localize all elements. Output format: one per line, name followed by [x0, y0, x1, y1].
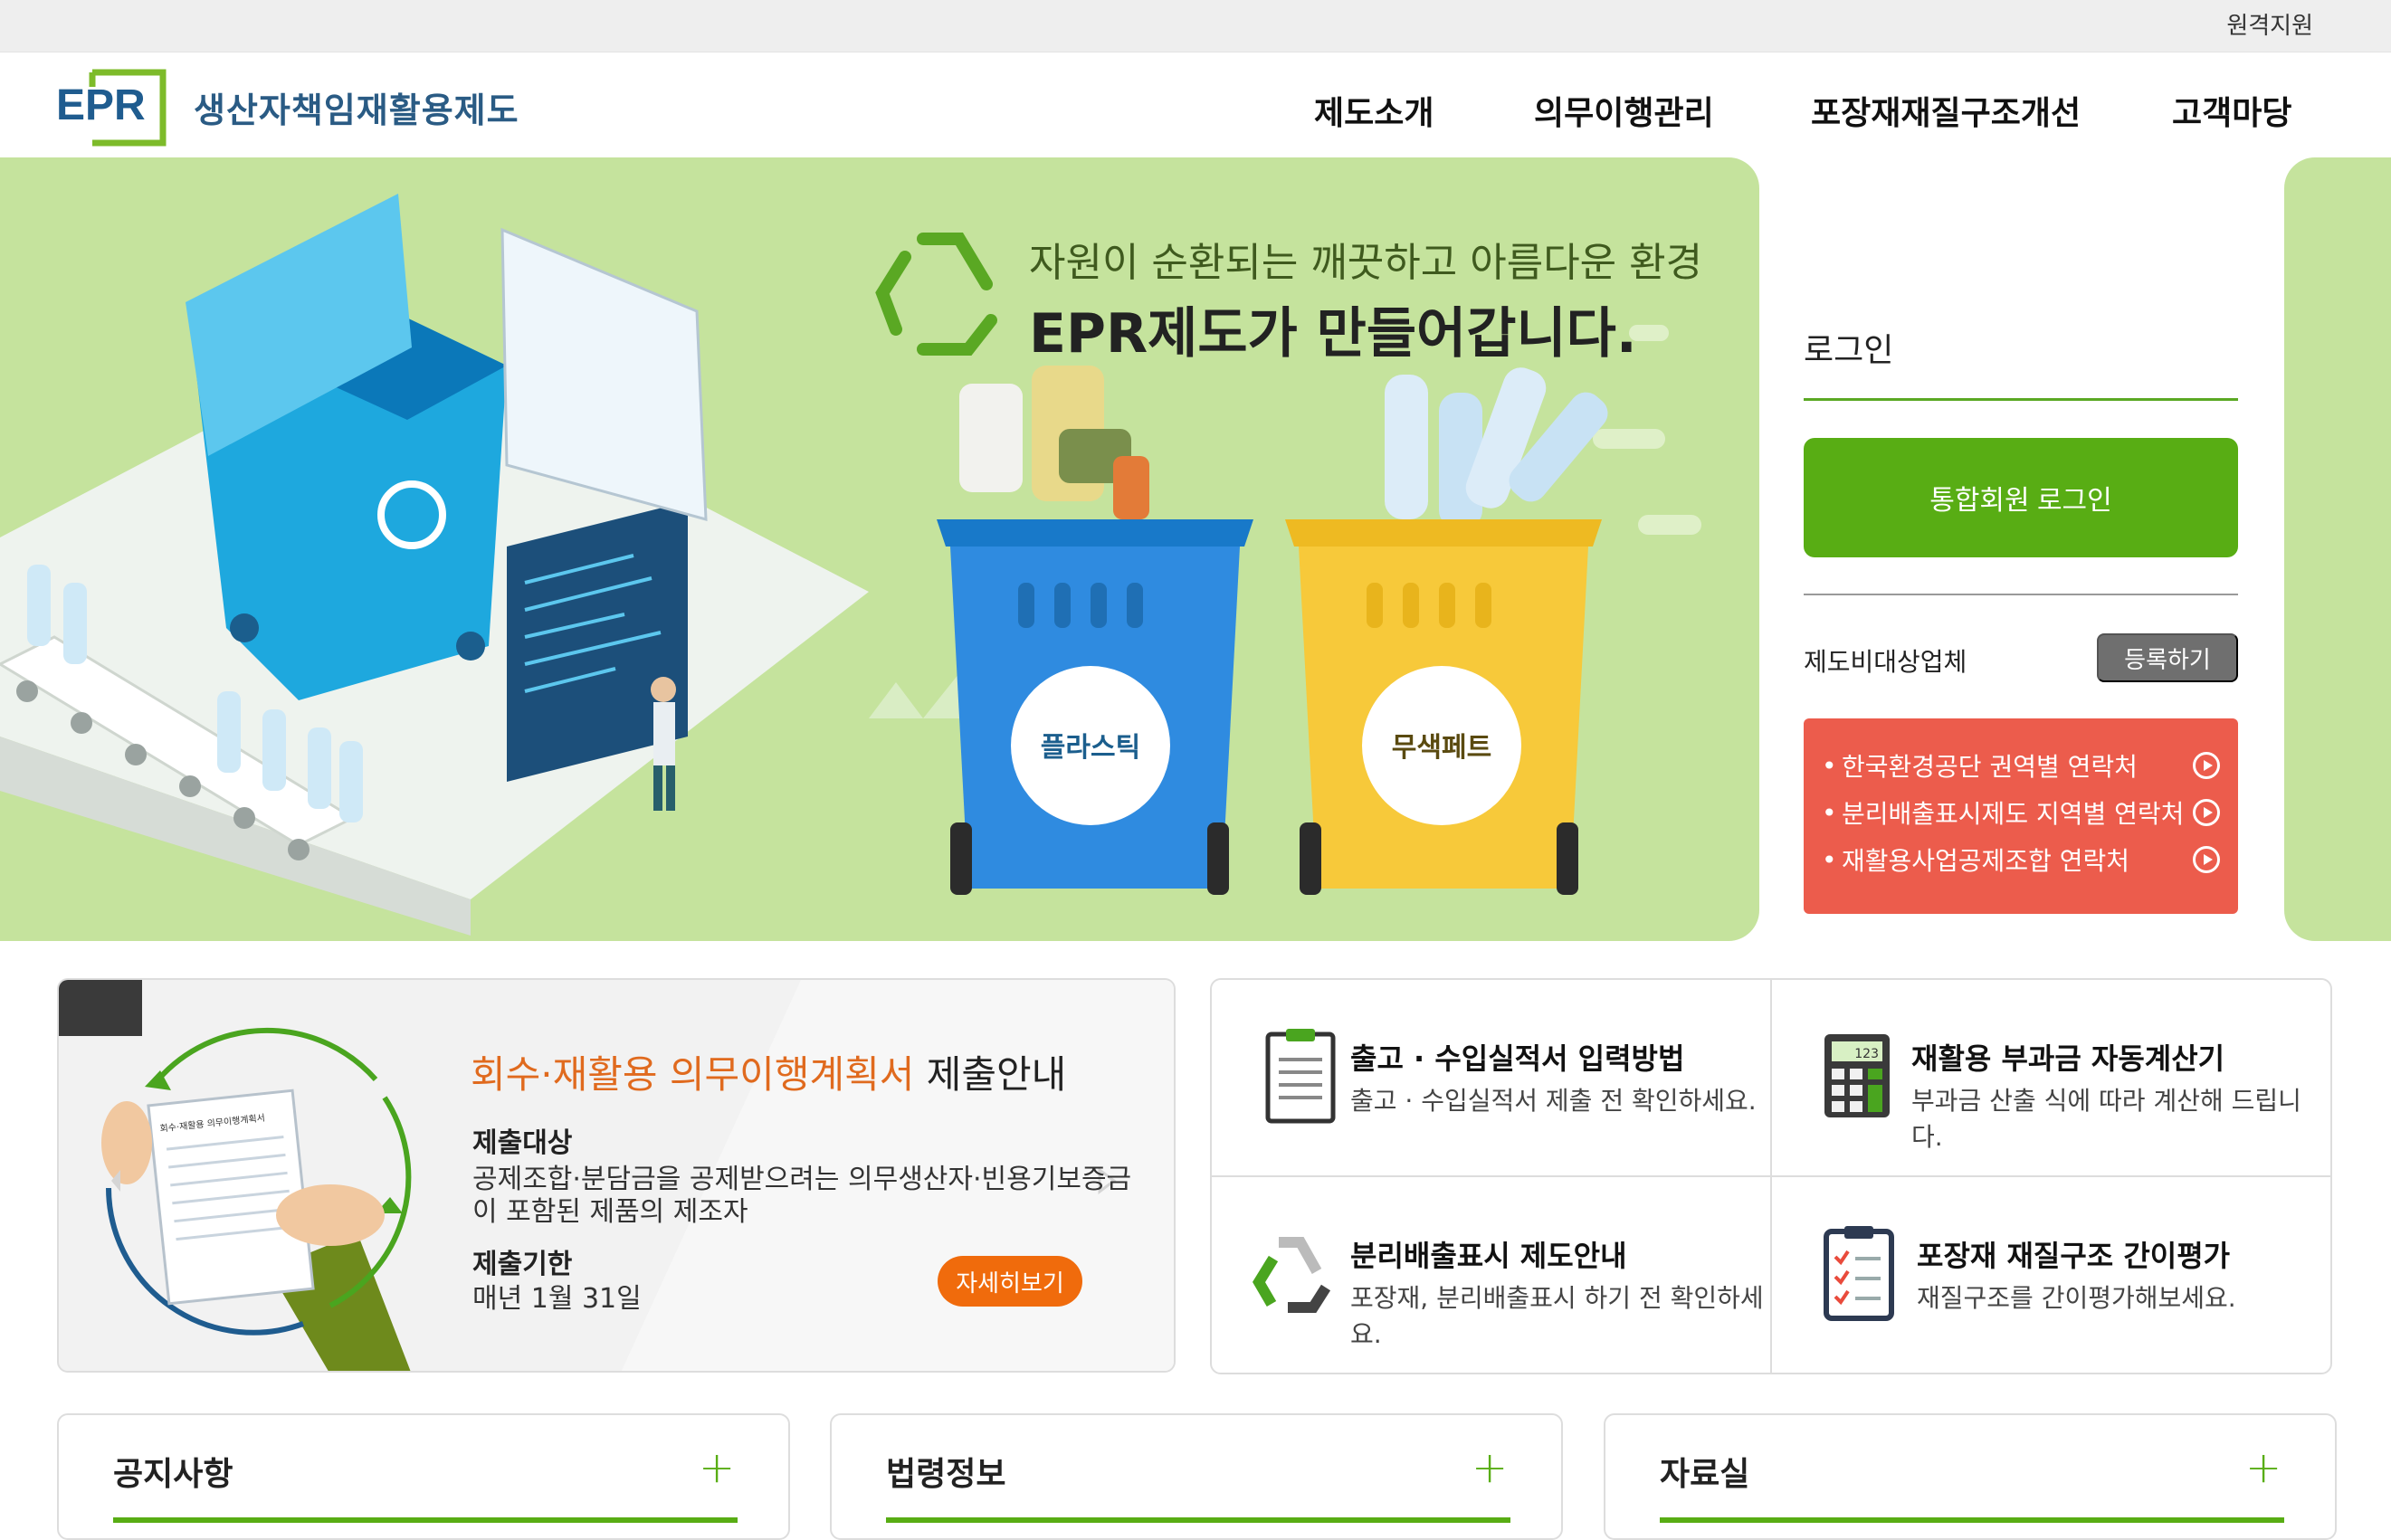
pet-bin-icon: 무색페트	[1285, 367, 1608, 895]
hero-title: EPR제도가 만들어갑니다.	[1029, 302, 1637, 366]
nav-item-about[interactable]: 제도소개	[1314, 87, 1434, 134]
plastic-bin-icon: 플라스틱	[937, 366, 1253, 895]
hero-next-slide-peek	[2284, 157, 2391, 941]
contact-link-regional[interactable]: • 한국환경공단 권역별 연락처	[1822, 742, 2220, 789]
notice-board-underline	[113, 1517, 738, 1523]
plus-icon[interactable]: +	[1472, 1442, 1508, 1493]
law-board-underline	[886, 1517, 1510, 1523]
detail-view-button[interactable]: 자세히보기	[938, 1256, 1082, 1307]
calculator-display: 123	[1854, 1047, 1879, 1061]
contact-label: 분리배출표시제도 지역별 연락처	[1842, 799, 2185, 829]
target-heading: 제출대상	[472, 1127, 573, 1159]
plastic-bin-label: 플라스틱	[1041, 732, 1140, 764]
banner-title: 회수·재활용 의무이행계획서 제출안내	[471, 1044, 1066, 1099]
non-member-label: 제도비대상업체	[1804, 647, 1967, 677]
nav-item-packaging[interactable]: 포장재재질구조개선	[1811, 87, 2081, 134]
integrated-login-button[interactable]: 통합회원 로그인	[1804, 438, 2238, 557]
deadline-value: 매년 1월 31일	[472, 1283, 642, 1315]
top-utility-bar	[0, 0, 2391, 52]
banner-title-rest: 제출안내	[914, 1052, 1067, 1097]
hero-subtitle: 자원이 순환되는 깨끗하고 아름다운 환경	[1029, 240, 1703, 286]
logo-title: 생산자책임재활용제도	[194, 90, 519, 130]
quick-link-shipment[interactable]: 출고 · 수입실적서 입력방법 출고 · 수입실적서 제출 전 확인하세요.	[1210, 980, 1770, 1175]
contact-label: 재활용사업공제조합 연락처	[1842, 846, 2130, 876]
notice-board-title[interactable]: 공지사항	[113, 1448, 233, 1495]
quick-link-desc: 재질구조를 간이평가해보세요.	[1917, 1283, 2236, 1313]
quick-link-title: 출고 · 수입실적서 입력방법	[1350, 1041, 1685, 1076]
login-divider	[1804, 398, 2238, 401]
law-board-title[interactable]: 법령정보	[886, 1448, 1005, 1495]
recycle-icon	[1253, 1237, 1331, 1313]
play-circle-icon	[2193, 752, 2220, 779]
quick-link-title: 재활용 부과금 자동계산기	[1911, 1041, 2225, 1076]
contacts-box: • 한국환경공단 권역별 연락처 • 분리배출표시제도 지역별 연락처 • 재활용사업…	[1804, 718, 2238, 914]
play-circle-icon	[2193, 799, 2220, 826]
site-logo[interactable]: EPR 생산자책임재활용제도	[56, 67, 519, 147]
contact-link-labeling[interactable]: • 분리배출표시제도 지역별 연락처	[1822, 789, 2220, 836]
quick-link-desc: 부과금 산출 식에 따라 계산해 드립니다.	[1911, 1086, 2301, 1152]
pet-bin-label: 무색페트	[1392, 732, 1491, 764]
checklist-icon	[1824, 1226, 1894, 1321]
nav-item-customer[interactable]: 고객마당	[2172, 87, 2291, 134]
epr-logo-icon: EPR	[56, 67, 174, 147]
archive-board-underline	[1660, 1517, 2284, 1523]
quick-link-desc: 포장재, 분리배출표시 하기 전 확인하세요.	[1350, 1283, 1764, 1349]
quick-link-calculator[interactable]: 123 재활용 부과금 자동계산기 부과금 산출 식에 따라 계산해 드립니다.	[1772, 980, 2330, 1175]
contact-link-association[interactable]: • 재활용사업공제조합 연락처	[1822, 836, 2220, 883]
quick-link-labeling[interactable]: 분리배출표시 제도안내 포장재, 분리배출표시 하기 전 확인하세요.	[1210, 1177, 1770, 1373]
clipboard-icon	[1265, 1029, 1336, 1124]
contact-label: 한국환경공단 권역별 연락처	[1842, 752, 2138, 782]
plus-icon[interactable]: +	[2245, 1442, 2281, 1493]
quick-link-structure-eval[interactable]: 포장재 재질구조 간이평가 재질구조를 간이평가해보세요.	[1772, 1177, 2330, 1373]
quick-link-title: 포장재 재질구조 간이평가	[1917, 1239, 2231, 1273]
banner-title-highlight: 회수·재활용 의무이행계획서	[471, 1052, 915, 1097]
quick-link-desc: 출고 · 수입실적서 제출 전 확인하세요.	[1350, 1086, 1757, 1116]
remote-support-link[interactable]: 원격지원	[2226, 7, 2313, 41]
play-circle-icon	[2193, 846, 2220, 873]
nav-item-obligation[interactable]: 의무이행관리	[1534, 87, 1714, 134]
quick-link-title: 분리배출표시 제도안내	[1350, 1239, 1627, 1273]
logo-mark-text: EPR	[56, 81, 146, 129]
register-button[interactable]: 등록하기	[2097, 633, 2238, 682]
calculator-icon: 123	[1824, 1034, 1890, 1117]
login-separator	[1804, 594, 2238, 595]
target-line-2: 이 포함된 제품의 제조자	[472, 1196, 748, 1228]
archive-board-title[interactable]: 자료실	[1660, 1448, 1749, 1495]
login-title: 로그인	[1804, 332, 1894, 369]
plus-icon[interactable]: +	[699, 1442, 735, 1493]
